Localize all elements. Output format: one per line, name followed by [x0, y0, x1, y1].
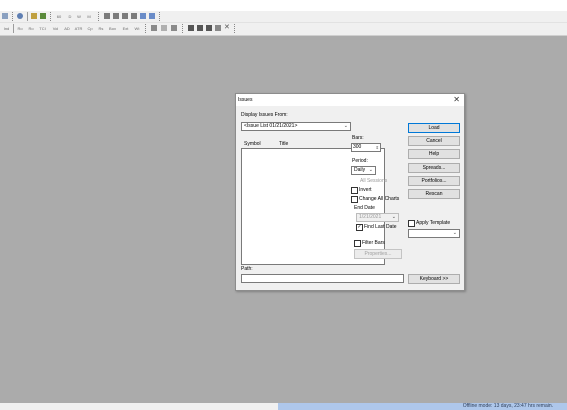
- indicator-button[interactable]: Rs: [97, 25, 105, 32]
- toolbar-grip[interactable]: [145, 24, 148, 33]
- end-date-label: End Date: [354, 205, 375, 211]
- properties-button[interactable]: Properties...: [354, 249, 402, 259]
- toolbar-grip[interactable]: [12, 12, 15, 21]
- apply-template-checkbox[interactable]: [408, 220, 415, 227]
- period-select[interactable]: Daily ⌄: [351, 166, 376, 175]
- indicator-toolbar: Ind Ro Ro TCI Vol AD ATR Cp Rs Box Ext W…: [0, 23, 567, 36]
- cursor-icon[interactable]: [140, 13, 146, 19]
- spreads-button[interactable]: Spreads...: [408, 163, 460, 173]
- find-last-label: Find Last Date: [364, 224, 397, 230]
- bars-value: 300: [353, 144, 362, 150]
- dialog-titlebar: Issues ✕: [236, 94, 464, 106]
- open-file-icon[interactable]: [2, 13, 8, 19]
- period-value: Daily: [354, 167, 366, 173]
- toolbar-grip[interactable]: [182, 24, 185, 33]
- symbol-column-header[interactable]: Symbol: [244, 141, 261, 147]
- change-all-label: Change All Charts: [359, 196, 400, 202]
- menu-icon[interactable]: [215, 25, 221, 31]
- indicator-button[interactable]: Vol: [51, 25, 60, 32]
- indicator-button[interactable]: Ro: [27, 25, 35, 32]
- toolbar-grip[interactable]: [50, 12, 53, 21]
- find-last-checkbox[interactable]: ✓: [356, 224, 363, 231]
- title-column-header[interactable]: Title: [279, 141, 288, 147]
- daily-button[interactable]: D: [67, 13, 73, 20]
- layout-icon[interactable]: [197, 25, 203, 31]
- tree-icon[interactable]: [40, 13, 46, 19]
- indicator-button[interactable]: Box: [108, 25, 117, 32]
- toolbar-separator: [13, 24, 14, 33]
- bars-input[interactable]: 300 ⇳: [351, 143, 381, 152]
- first-icon[interactable]: [104, 13, 110, 19]
- indicator-button[interactable]: ATR: [74, 25, 83, 32]
- monthly-button[interactable]: M: [86, 13, 92, 20]
- dialog-title: Issues: [238, 97, 253, 103]
- app-title-strip: [0, 0, 567, 11]
- next-icon[interactable]: [122, 13, 128, 19]
- spinner-icon[interactable]: ⇳: [376, 144, 379, 151]
- issue-source-value: <Issue List 01/21/2021>: [244, 123, 298, 129]
- chevron-down-icon: ⌄: [368, 167, 373, 173]
- path-field[interactable]: [241, 274, 404, 283]
- toolbar-grip[interactable]: [98, 12, 101, 21]
- end-date-picker[interactable]: 1/21/2021 ⌄: [356, 213, 399, 222]
- chevron-down-icon: ⌄: [391, 214, 396, 220]
- indicator-button[interactable]: Wt: [133, 25, 141, 32]
- filter-bars-label: Filter Bars: [362, 240, 385, 246]
- period-label: Period:: [352, 158, 368, 164]
- main-toolbar: 60 D W M: [0, 11, 567, 23]
- sessions-select[interactable]: All Sessions: [360, 178, 387, 184]
- rescan-button[interactable]: Rescan: [408, 189, 460, 199]
- indicator-button[interactable]: Ext: [121, 25, 130, 32]
- close-icon[interactable]: ✕: [453, 95, 460, 104]
- template-select[interactable]: ⌄: [408, 229, 460, 238]
- indicator-button[interactable]: Ind: [2, 25, 11, 32]
- cancel-button[interactable]: Cancel: [408, 136, 460, 146]
- bar-count[interactable]: 60: [55, 13, 63, 20]
- weekly-button[interactable]: W: [76, 13, 82, 20]
- prev-icon[interactable]: [113, 13, 119, 19]
- change-all-checkbox[interactable]: [351, 196, 358, 203]
- invert-checkbox[interactable]: [351, 187, 358, 194]
- end-date-value: 1/21/2021: [359, 214, 382, 220]
- offline-status: Offline mode: 13 days, 23:47 hrs remain.: [462, 403, 553, 409]
- filter-bars-checkbox[interactable]: [354, 240, 361, 247]
- bars-label: Bars:: [352, 135, 364, 141]
- chevron-down-icon: ⌄: [343, 123, 348, 129]
- last-icon[interactable]: [131, 13, 137, 19]
- display-from-label: Display Issues From:: [241, 112, 288, 118]
- layout-icon[interactable]: [188, 25, 194, 31]
- issue-source-select[interactable]: <Issue List 01/21/2021> ⌄: [241, 122, 351, 131]
- refresh-icon[interactable]: [17, 13, 23, 19]
- load-button[interactable]: Load: [408, 123, 460, 133]
- status-bar: Offline mode: 13 days, 23:47 hrs remain.: [0, 403, 567, 410]
- keyboard-button[interactable]: Keyboard >>: [408, 274, 460, 284]
- apply-template-label: Apply Template: [416, 220, 451, 226]
- grid-icon[interactable]: [161, 25, 167, 31]
- chevron-down-icon: ⌄: [452, 230, 457, 236]
- layout-icon[interactable]: [206, 25, 212, 31]
- path-label: Path:: [241, 266, 253, 272]
- close-all-icon[interactable]: ✕: [224, 24, 230, 31]
- print-icon[interactable]: [171, 25, 177, 31]
- indicator-button[interactable]: TCI: [38, 25, 47, 32]
- toolbar-grip[interactable]: [159, 12, 162, 21]
- chart-icon[interactable]: [31, 13, 37, 19]
- invert-label: Invert: [359, 187, 372, 193]
- home-icon[interactable]: [151, 25, 157, 31]
- indicator-button[interactable]: AD: [63, 25, 71, 32]
- issues-dialog: Issues ✕ Display Issues From: <Issue Lis…: [235, 93, 465, 291]
- help-button[interactable]: Help: [408, 149, 460, 159]
- toolbar-grip[interactable]: [234, 24, 237, 33]
- indicator-button[interactable]: Cp: [86, 25, 94, 32]
- zoom-icon[interactable]: [149, 13, 155, 19]
- toolbar-separator: [27, 12, 28, 21]
- indicator-button[interactable]: Ro: [16, 25, 24, 32]
- portfolios-button[interactable]: Portfolios...: [408, 176, 460, 186]
